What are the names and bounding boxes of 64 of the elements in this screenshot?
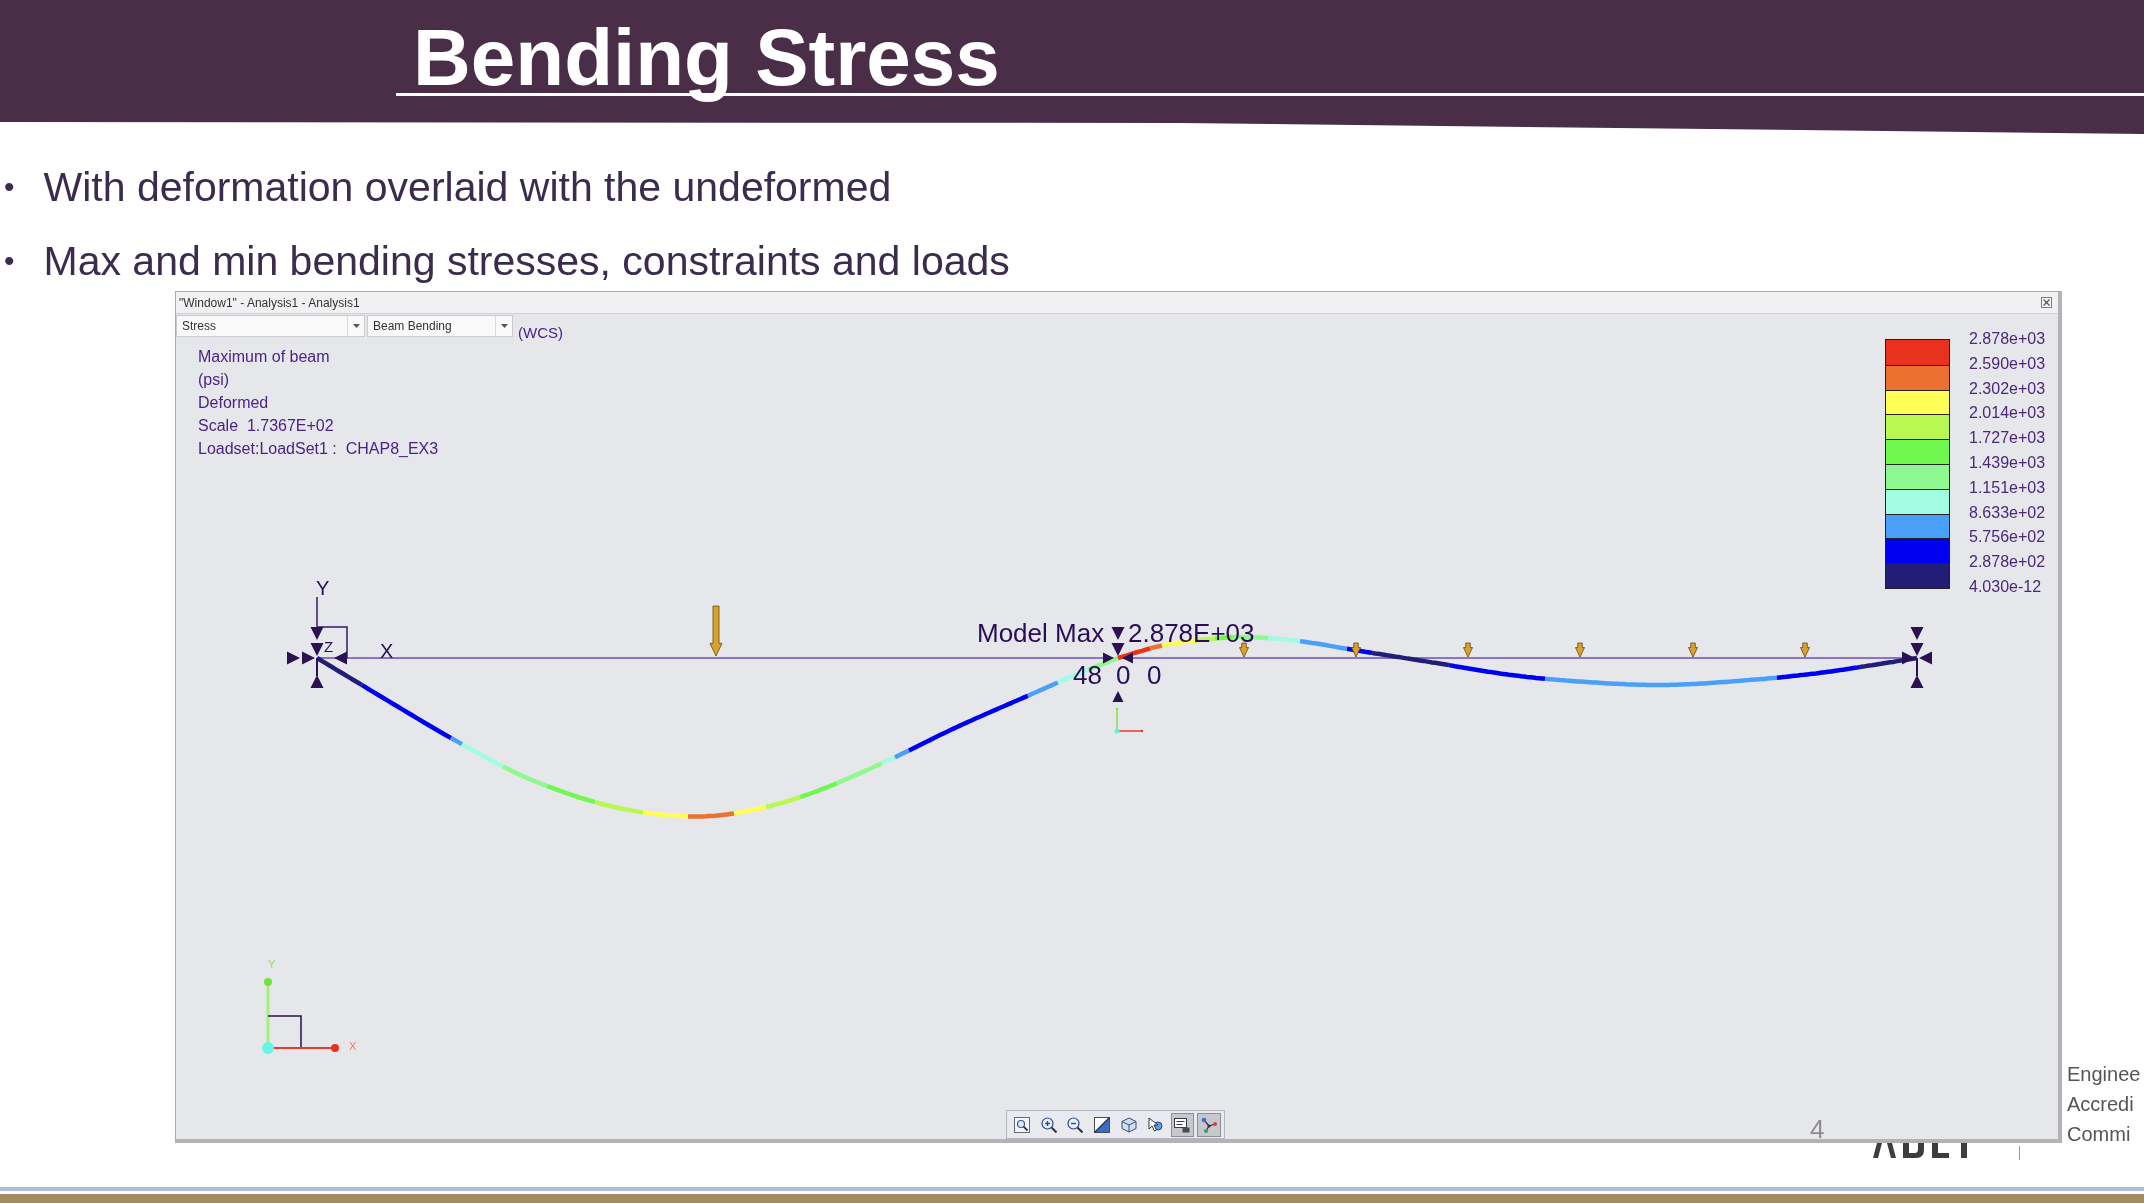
legend-label: 2.878e+02	[1969, 552, 2046, 573]
close-button[interactable]	[2041, 297, 2052, 308]
panel-icon	[1174, 1116, 1191, 1133]
info-line: Deformed	[198, 393, 269, 413]
bullet-marker: •	[4, 169, 15, 205]
legend-label: 2.590e+03	[1969, 353, 2046, 374]
info-line: Loadset:LoadSet1 : CHAP8_EX3	[198, 439, 439, 459]
model-max-value: 2.878E+03	[1128, 618, 1255, 648]
legend-label: 8.633e+02	[1969, 502, 2046, 523]
legend-label: 1.151e+03	[1969, 477, 2046, 498]
legend-label: 2.878e+03	[1969, 329, 2046, 349]
cursor-icon	[1147, 1116, 1164, 1133]
load-arrow-icon	[1239, 642, 1249, 658]
zoom-fit-icon	[1013, 1116, 1030, 1133]
constraint-icon	[287, 627, 347, 688]
axis-label: Y	[316, 577, 330, 599]
bullet-text: Max and min bending stresses, constraints and loads	[43, 237, 1010, 286]
axis-triad-icon	[1114, 707, 1144, 734]
zoom-out-icon	[1067, 1116, 1084, 1133]
legend-label: 2.302e+03	[1969, 378, 2046, 399]
constraint-icon	[1902, 627, 1932, 688]
legend-label: 4.030e-12	[1969, 576, 2042, 597]
toolbar-button[interactable]	[1170, 1112, 1195, 1137]
bullet-text: With deformation overlaid with the undeformed	[43, 163, 892, 212]
logo-text: Accredi	[2067, 1092, 2134, 1117]
load-arrow-icon	[1351, 642, 1361, 658]
caret-icon	[500, 324, 508, 328]
node-coordinate: 0	[1116, 660, 1131, 690]
caret-icon	[352, 324, 360, 328]
node-coordinate: 0	[1147, 660, 1162, 690]
logo-text: Enginee	[2067, 1062, 2141, 1087]
node-coordinate: 48	[1073, 660, 1102, 690]
result-dropdown[interactable]: Beam Bending	[367, 315, 513, 337]
window-title: "Window1" - Analysis1 - Analysis1	[179, 295, 360, 310]
node-link-icon	[1201, 1116, 1218, 1133]
axis-label: Y	[268, 958, 276, 970]
legend-label: 1.727e+03	[1969, 428, 2046, 449]
result-dropdown[interactable]: Stress	[176, 315, 365, 337]
logo-text: Commi	[2067, 1122, 2131, 1147]
close-icon	[2041, 297, 2052, 308]
zoom-in-icon	[1040, 1116, 1057, 1133]
coordinate-system-label: (WCS)	[518, 324, 563, 341]
load-arrow-icon	[1800, 642, 1810, 658]
bullet-marker: •	[4, 243, 15, 279]
info-line: Maximum of beam	[198, 347, 330, 367]
load-arrow-icon	[1463, 642, 1473, 658]
axis-triad-icon	[262, 978, 339, 1054]
load-arrow-icon	[1688, 642, 1698, 658]
slide-title: Bending Stress	[413, 13, 1000, 103]
load-arrow-icon	[709, 605, 723, 657]
diagonal-square-icon	[1094, 1116, 1111, 1133]
legend-label: 2.014e+03	[1969, 403, 2046, 424]
legend-label: 5.756e+02	[1969, 527, 2046, 548]
axis-label: Z	[324, 637, 334, 655]
axis-label: X	[380, 640, 394, 662]
model-max-label: Model Max	[977, 618, 1105, 648]
legend-label: 1.439e+03	[1969, 453, 2046, 473]
cube-icon	[1120, 1116, 1137, 1133]
page-number: 4	[1810, 1113, 1825, 1146]
info-line: (psi)	[198, 370, 230, 390]
load-arrow-icon	[1575, 642, 1585, 658]
axis-lines-icon	[316, 596, 348, 659]
axis-label: X	[349, 1040, 357, 1052]
info-line: Scale 1.7367E+02	[198, 416, 334, 436]
